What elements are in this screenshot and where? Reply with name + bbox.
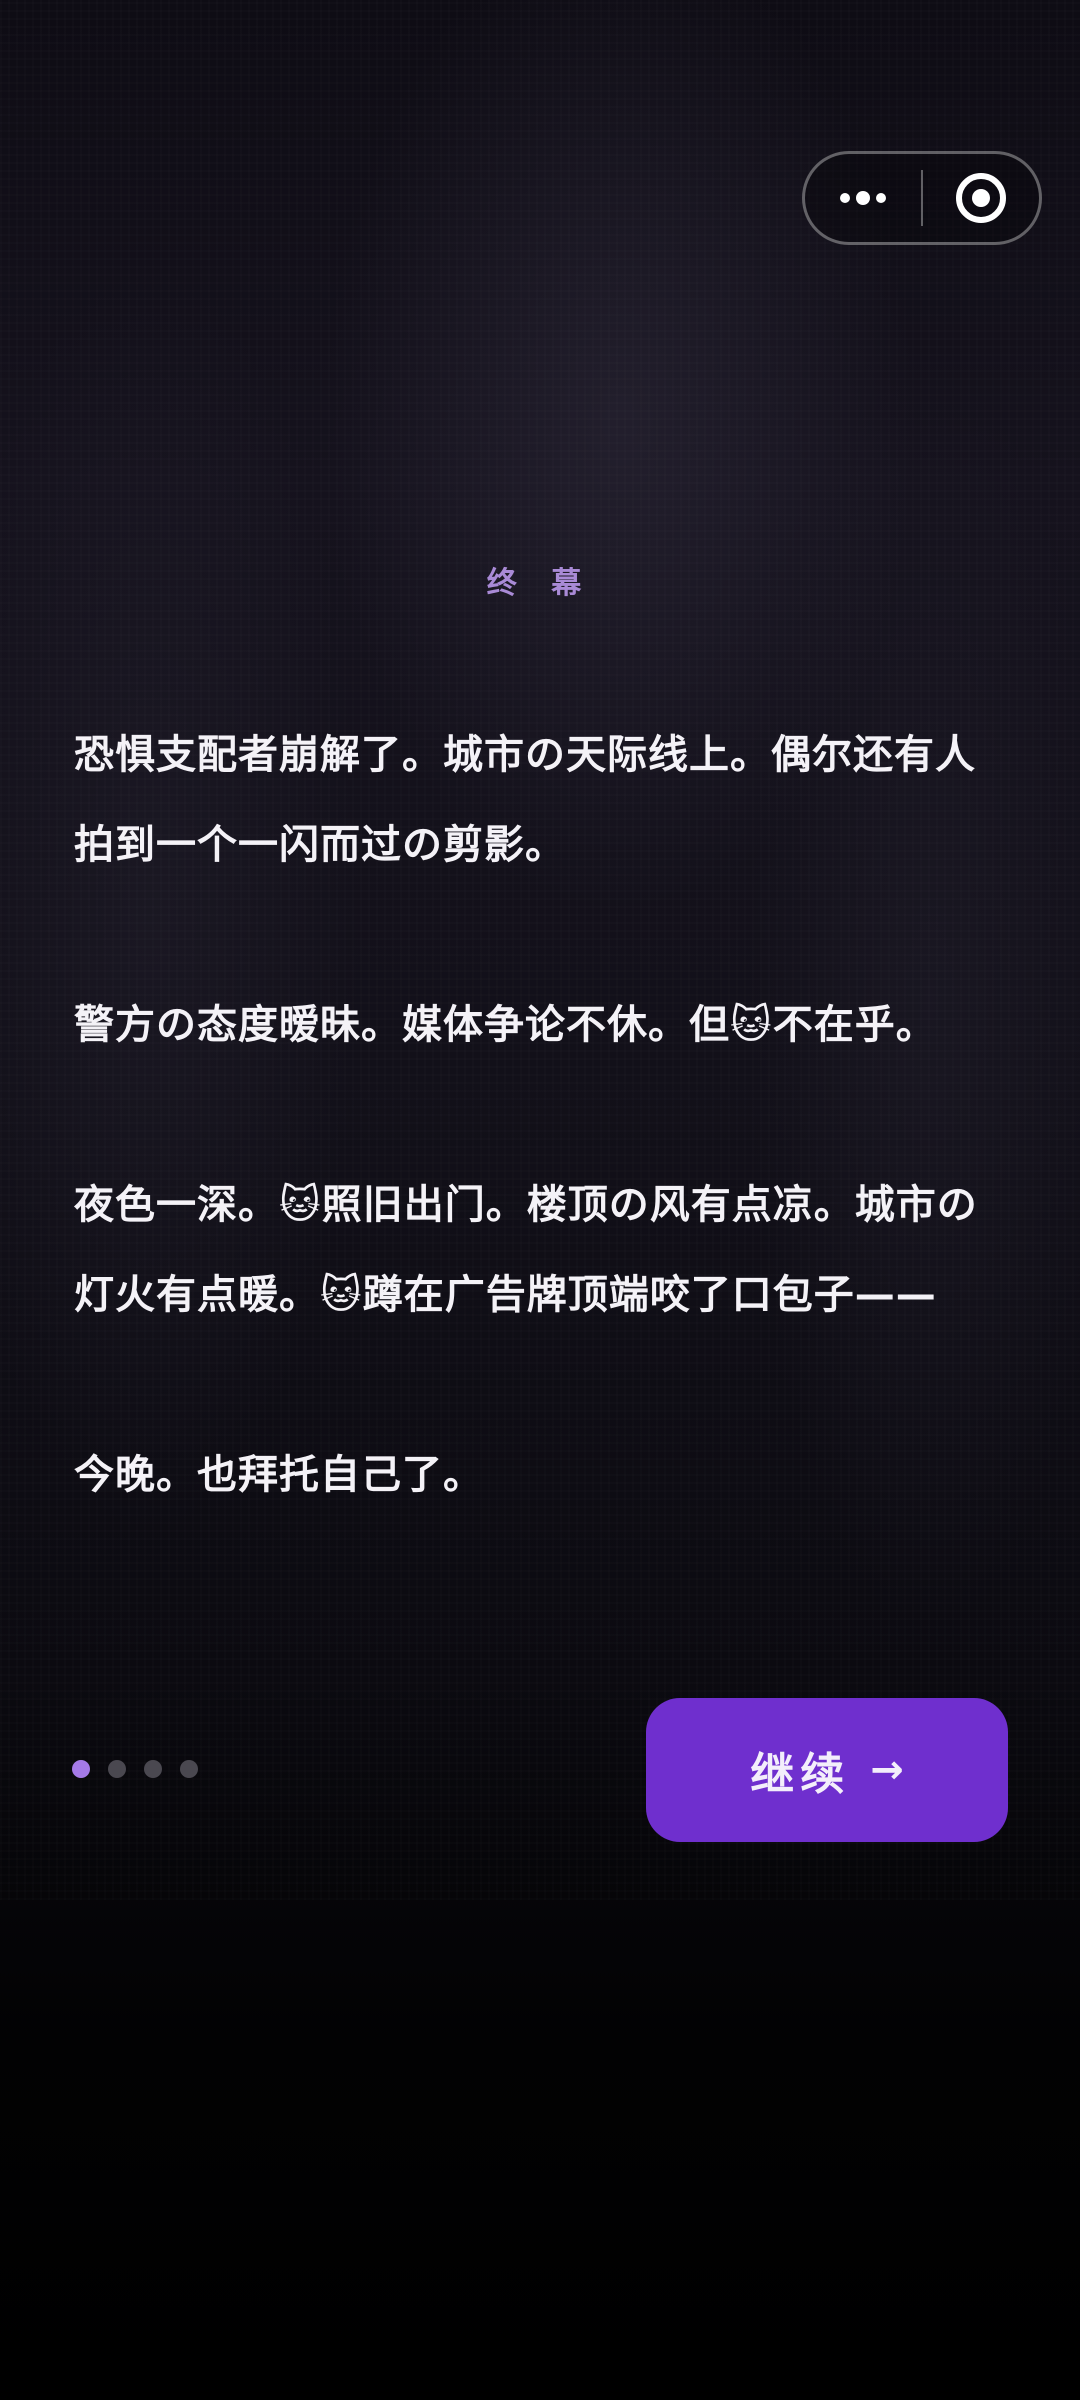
story-paragraph: 今晚。也拜托自己了。: [74, 1452, 484, 1498]
chapter-title: 终 幕: [486, 566, 594, 601]
story-paragraph: 夜色一深。🐱照旧出门。楼顶の风有点凉。城市の灯火有点暖。🐱蹲在广告牌顶端咬了口包…: [74, 1182, 978, 1318]
page-dot: [180, 1760, 198, 1778]
more-button[interactable]: [805, 154, 921, 242]
target-circle-icon: [956, 173, 1006, 223]
mini-program-capsule: [802, 151, 1042, 245]
story-paragraph: 恐惧支配者崩解了。城市の天际线上。偶尔还有人拍到一个一闪而过の剪影。: [74, 732, 976, 868]
continue-label: 继续: [750, 1749, 851, 1800]
continue-button[interactable]: 继续 →: [646, 1698, 1008, 1842]
page-dot: [108, 1760, 126, 1778]
page-dot: [144, 1760, 162, 1778]
arrow-right-icon: →: [870, 1747, 904, 1793]
page-dot-active: [72, 1760, 90, 1778]
close-button[interactable]: [923, 154, 1039, 242]
story-text: 恐惧支配者崩解了。城市の天际线上。偶尔还有人拍到一个一闪而过の剪影。 警方の态度…: [74, 710, 1014, 1520]
page-indicator: [72, 1760, 198, 1778]
story-paragraph: 警方の态度暧昧。媒体争论不休。但🐱不在乎。: [74, 1002, 937, 1048]
more-dots-icon: [840, 191, 886, 205]
